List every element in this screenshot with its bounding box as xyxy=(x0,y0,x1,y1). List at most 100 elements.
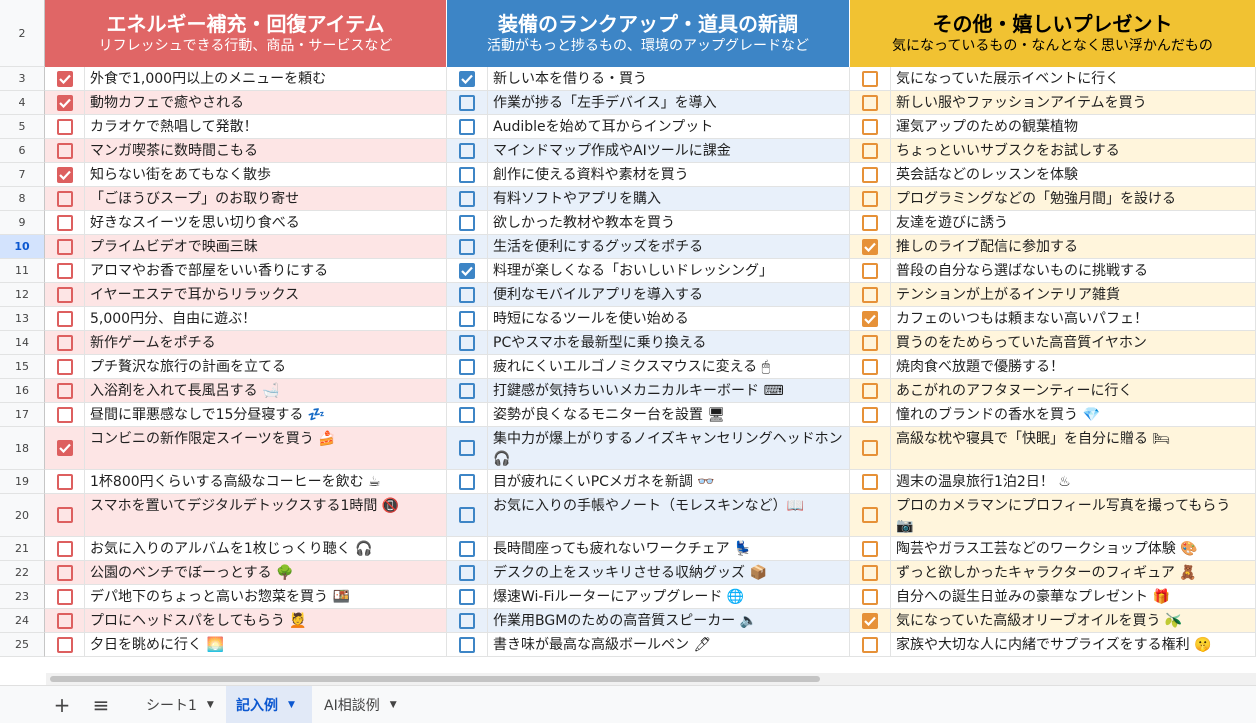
item-text-cell[interactable]: テンションが上がるインテリア雑貨 xyxy=(891,283,1256,307)
checkbox[interactable] xyxy=(862,310,878,327)
item-text-cell[interactable]: 爆速Wi-Fiルーターにアップグレード 🌐 xyxy=(488,585,850,609)
checkbox[interactable] xyxy=(459,190,475,207)
item-text-cell[interactable]: デスクの上をスッキリさせる収納グッズ 📦 xyxy=(488,561,850,585)
checkbox[interactable] xyxy=(56,286,73,303)
checkbox[interactable] xyxy=(862,334,878,351)
checkbox[interactable] xyxy=(862,142,878,159)
chevron-down-icon[interactable]: ▼ xyxy=(288,700,295,710)
item-text-cell[interactable]: 推しのライブ配信に参加する xyxy=(891,235,1256,259)
row-header-16[interactable]: 16 xyxy=(0,379,45,403)
checkbox[interactable] xyxy=(459,358,475,375)
item-text-cell[interactable]: 英会話などのレッスンを体験 xyxy=(891,163,1256,187)
checkbox[interactable] xyxy=(56,262,73,279)
checkbox[interactable] xyxy=(862,507,878,523)
checkbox[interactable] xyxy=(459,166,475,183)
checkbox[interactable] xyxy=(56,473,73,490)
checkbox[interactable] xyxy=(459,214,475,231)
item-text-cell[interactable]: プライムビデオで映画三昧 xyxy=(85,235,447,259)
item-text-cell[interactable]: 打鍵感が気持ちいいメカニカルキーボード ⌨ xyxy=(488,379,850,403)
item-text-cell[interactable]: 生活を便利にするグッズをポチる xyxy=(488,235,850,259)
all-sheets-menu-icon[interactable]: ≡ xyxy=(83,686,119,724)
checkbox[interactable] xyxy=(862,473,878,490)
checkbox[interactable] xyxy=(459,142,475,159)
item-text-cell[interactable]: PCやスマホを最新型に乗り換える xyxy=(488,331,850,355)
column-header-other[interactable]: その他・嬉しいプレゼント 気になっているもの・なんとなく思い浮かんだもの xyxy=(850,0,1256,67)
row-header-4[interactable]: 4 xyxy=(0,91,45,115)
checkbox[interactable] xyxy=(459,382,475,399)
item-text-cell[interactable]: 好きなスイーツを思い切り食べる xyxy=(85,211,447,235)
item-text-cell[interactable]: 創作に使える資料や素材を買う xyxy=(488,163,850,187)
column-header-equipment[interactable]: 装備のランクアップ・道具の新調 活動がもっと捗るもの、環境のアップグレードなど xyxy=(447,0,850,67)
checkbox[interactable] xyxy=(56,166,73,183)
checkbox[interactable] xyxy=(862,94,878,111)
checkbox[interactable] xyxy=(862,190,878,207)
item-text-cell[interactable]: お気に入りのアルバムを1枚じっくり聴く 🎧 xyxy=(85,537,447,561)
horizontal-scrollbar[interactable] xyxy=(46,673,1256,685)
row-header-2[interactable]: 2 xyxy=(0,0,45,67)
item-text-cell[interactable]: 普段の自分なら選ばないものに挑戦する xyxy=(891,259,1256,283)
checkbox[interactable] xyxy=(459,588,475,605)
item-text-cell[interactable]: 新作ゲームをポチる xyxy=(85,331,447,355)
item-text-cell[interactable]: デパ地下のちょっと高いお惣菜を買う 🍱 xyxy=(85,585,447,609)
checkbox[interactable] xyxy=(56,214,73,231)
item-text-cell[interactable]: プログラミングなどの「勉強月間」を設ける xyxy=(891,187,1256,211)
item-text-cell[interactable]: 焼肉食べ放題で優勝する！ xyxy=(891,355,1256,379)
item-text-cell[interactable]: 運気アップのための観葉植物 xyxy=(891,115,1256,139)
row-header-6[interactable]: 6 xyxy=(0,139,45,163)
checkbox[interactable] xyxy=(862,214,878,231)
item-text-cell[interactable]: 家族や大切な人に内緒でサプライズをする権利 🤫 xyxy=(891,633,1256,657)
item-text-cell[interactable]: 便利なモバイルアプリを導入する xyxy=(488,283,850,307)
item-text-cell[interactable]: 目が疲れにくいPCメガネを新調 👓 xyxy=(488,470,850,494)
item-text-cell[interactable]: 気になっていた展示イベントに行く xyxy=(891,67,1256,91)
row-header-10[interactable]: 10 xyxy=(0,235,45,259)
item-text-cell[interactable]: 週末の温泉旅行1泊2日！ ♨ xyxy=(891,470,1256,494)
row-header-21[interactable]: 21 xyxy=(0,537,45,561)
checkbox[interactable] xyxy=(459,238,475,255)
item-text-cell[interactable]: 集中力が爆上がりするノイズキャンセリングヘッドホン 🎧 xyxy=(488,427,850,470)
row-header-22[interactable]: 22 xyxy=(0,561,45,585)
item-text-cell[interactable]: 憧れのブランドの香水を買う 💎 xyxy=(891,403,1256,427)
item-text-cell[interactable]: 高級な枕や寝具で「快眠」を自分に贈る 🛏 xyxy=(891,427,1256,470)
checkbox[interactable] xyxy=(56,564,73,581)
checkbox[interactable] xyxy=(862,636,878,653)
checkbox[interactable] xyxy=(862,286,878,303)
row-header-25[interactable]: 25 xyxy=(0,633,45,657)
checkbox[interactable] xyxy=(862,588,878,605)
checkbox[interactable] xyxy=(56,540,73,557)
item-text-cell[interactable]: 新しい本を借りる・買う xyxy=(488,67,850,91)
checkbox[interactable] xyxy=(459,564,475,581)
checkbox[interactable] xyxy=(56,612,73,629)
row-header-15[interactable]: 15 xyxy=(0,355,45,379)
item-text-cell[interactable]: Audibleを始めて耳からインプット xyxy=(488,115,850,139)
row-header-8[interactable]: 8 xyxy=(0,187,45,211)
checkbox[interactable] xyxy=(56,70,73,87)
item-text-cell[interactable]: 昼間に罪悪感なしで15分昼寝する 💤 xyxy=(85,403,447,427)
checkbox[interactable] xyxy=(862,166,878,183)
item-text-cell[interactable]: 姿勢が良くなるモニター台を設置 🖥 xyxy=(488,403,850,427)
item-text-cell[interactable]: 時短になるツールを使い始める xyxy=(488,307,850,331)
checkbox[interactable] xyxy=(459,118,475,135)
row-header-23[interactable]: 23 xyxy=(0,585,45,609)
item-text-cell[interactable]: コンビニの新作限定スイーツを買う 🍰 xyxy=(85,427,447,470)
item-text-cell[interactable]: お気に入りの手帳やノート（モレスキンなど）📖 xyxy=(488,494,850,537)
checkbox[interactable] xyxy=(459,334,475,351)
checkbox[interactable] xyxy=(862,358,878,375)
checkbox[interactable] xyxy=(459,262,475,279)
checkbox[interactable] xyxy=(459,507,475,523)
checkbox[interactable] xyxy=(56,440,73,456)
checkbox[interactable] xyxy=(56,636,73,653)
checkbox[interactable] xyxy=(862,440,878,456)
checkbox[interactable] xyxy=(862,564,878,581)
checkbox[interactable] xyxy=(459,612,475,629)
item-text-cell[interactable]: 料理が楽しくなる「おいしいドレッシング」 xyxy=(488,259,850,283)
checkbox[interactable] xyxy=(459,94,475,111)
row-header-19[interactable]: 19 xyxy=(0,470,45,494)
column-header-energy[interactable]: エネルギー補充・回復アイテム リフレッシュできる行動、商品・サービスなど xyxy=(45,0,447,67)
checkbox[interactable] xyxy=(56,507,73,523)
chevron-down-icon[interactable]: ▼ xyxy=(207,700,214,710)
tab-example[interactable]: 記入例 ▼ xyxy=(226,686,312,723)
row-header-11[interactable]: 11 xyxy=(0,259,45,283)
checkbox[interactable] xyxy=(56,118,73,135)
checkbox[interactable] xyxy=(862,612,878,629)
add-sheet-icon[interactable]: + xyxy=(44,686,80,724)
